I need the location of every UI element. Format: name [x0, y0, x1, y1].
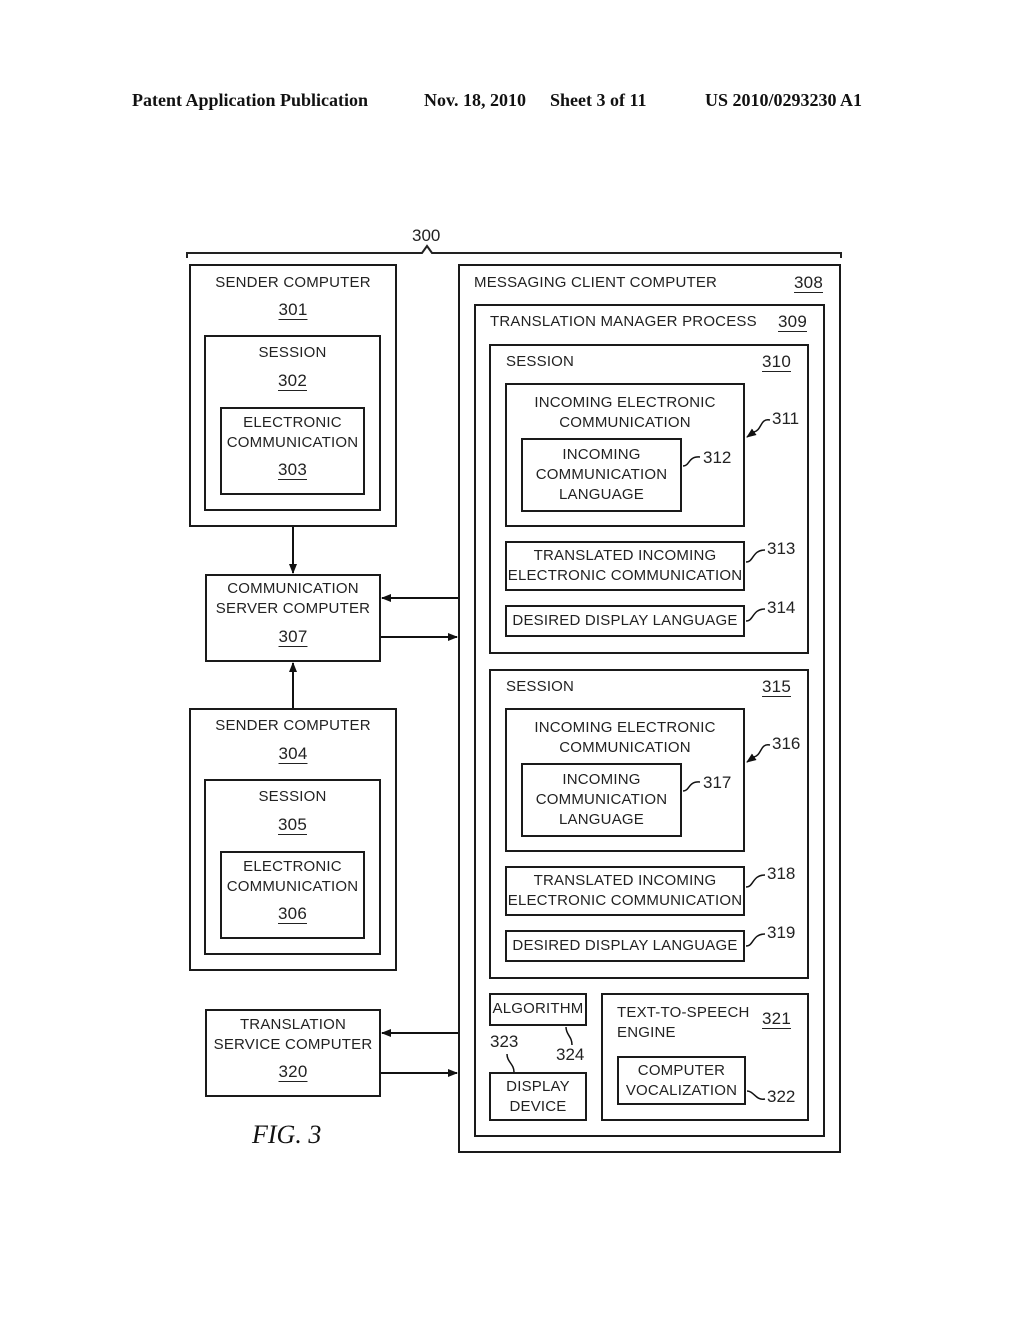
session-ref: 302 — [278, 371, 307, 390]
ref-316: 316 — [772, 734, 801, 753]
algorithm-label: ALGORITHM — [492, 1000, 584, 1017]
sender-computer-title: SENDER COMPUTER — [215, 274, 371, 291]
vocal-line2: VOCALIZATION — [625, 1082, 738, 1099]
manager-title: TRANSLATION MANAGER PROCESS — [490, 313, 757, 330]
incoming-line1: INCOMING ELECTRONIC — [534, 719, 716, 736]
translation-service-ref: 320 — [278, 1062, 308, 1081]
sheet-number: Sheet 3 of 11 — [550, 90, 647, 110]
incoming-line2: COMMUNICATION — [559, 414, 691, 431]
tts-line1: TEXT-TO-SPEECH — [617, 1004, 750, 1021]
ref-313: 313 — [767, 539, 796, 558]
session-title: SESSION — [506, 678, 575, 695]
language-line2: COMMUNICATION — [535, 466, 668, 483]
language-line1: INCOMING — [562, 446, 641, 463]
desired-display-language-319: DESIRED DISPLAY LANGUAGE — [505, 930, 745, 962]
computer-vocalization-322: COMPUTER VOCALIZATION — [617, 1056, 746, 1105]
ref-314: 314 — [767, 598, 796, 617]
client-title: MESSAGING CLIENT COMPUTER — [474, 274, 718, 291]
language-line2: COMMUNICATION — [535, 791, 668, 808]
publication-label: Patent Application Publication — [132, 90, 369, 110]
comm-line2: COMMUNICATION — [226, 434, 359, 451]
server-ref: 307 — [278, 627, 308, 646]
comm-line2: COMMUNICATION — [226, 878, 359, 895]
server-line2: SERVER COMPUTER — [215, 600, 371, 617]
algorithm-324: ALGORITHM — [489, 993, 587, 1026]
tts-ref: 321 — [762, 1009, 791, 1028]
electronic-communication-303: ELECTRONIC COMMUNICATION 303 — [220, 407, 365, 495]
language-line3: LANGUAGE — [559, 811, 644, 828]
algorithm-ref: 324 — [556, 1045, 585, 1064]
translated-incoming-communication-318: TRANSLATED INCOMING ELECTRONIC COMMUNICA… — [505, 866, 745, 916]
translation-service-line2: SERVICE COMPUTER — [213, 1036, 373, 1053]
patent-number: US 2010/0293230 A1 — [705, 90, 863, 110]
desired-label: DESIRED DISPLAY LANGUAGE — [512, 612, 738, 629]
sender-computer-ref: 304 — [278, 744, 308, 763]
session-ref: 315 — [762, 677, 791, 696]
ref-311: 311 — [772, 409, 800, 428]
system-ref: 300 — [412, 226, 441, 245]
comm-ref: 306 — [278, 904, 307, 923]
sender-computer-ref: 301 — [278, 300, 308, 319]
language-line3: LANGUAGE — [559, 486, 644, 503]
translated-line2: ELECTRONIC COMMUNICATION — [507, 892, 743, 909]
incoming-line2: COMMUNICATION — [559, 739, 691, 756]
system-brace — [186, 244, 842, 258]
server-line1: COMMUNICATION — [227, 580, 359, 597]
ref-319: 319 — [767, 923, 796, 942]
translation-service-line1: TRANSLATION — [239, 1016, 347, 1033]
session-title: SESSION — [258, 344, 327, 361]
translated-line1: TRANSLATED INCOMING — [533, 547, 717, 564]
session-ref: 305 — [278, 815, 307, 834]
session-ref: 310 — [762, 352, 791, 371]
comm-line1: ELECTRONIC — [243, 414, 342, 431]
ref-317: 317 — [703, 773, 732, 792]
sender-computer-title: SENDER COMPUTER — [215, 717, 371, 734]
publication-date: Nov. 18, 2010 — [424, 90, 527, 110]
communication-server-307: COMMUNICATION SERVER COMPUTER 307 — [205, 574, 381, 662]
client-ref: 308 — [794, 273, 823, 292]
language-line1: INCOMING — [562, 771, 641, 788]
electronic-communication-306: ELECTRONIC COMMUNICATION 306 — [220, 851, 365, 939]
display-line2: DEVICE — [509, 1098, 567, 1115]
manager-ref: 309 — [778, 312, 807, 331]
translated-line1: TRANSLATED INCOMING — [533, 872, 717, 889]
ref-322: 322 — [767, 1087, 796, 1106]
display-device-323: DISPLAY DEVICE — [489, 1072, 587, 1121]
incoming-communication-language-317: INCOMING COMMUNICATION LANGUAGE — [521, 763, 682, 837]
comm-ref: 303 — [278, 460, 307, 479]
display-line1: DISPLAY — [506, 1078, 570, 1095]
incoming-line1: INCOMING ELECTRONIC — [534, 394, 716, 411]
translated-incoming-communication-313: TRANSLATED INCOMING ELECTRONIC COMMUNICA… — [505, 541, 745, 591]
ref-312: 312 — [703, 448, 732, 467]
tts-line2: ENGINE — [617, 1024, 676, 1041]
figure-label: FIG. 3 — [252, 1120, 322, 1149]
session-title: SESSION — [506, 353, 575, 370]
desired-label: DESIRED DISPLAY LANGUAGE — [512, 937, 738, 954]
translated-line2: ELECTRONIC COMMUNICATION — [507, 567, 743, 584]
incoming-communication-language-312: INCOMING COMMUNICATION LANGUAGE — [521, 438, 682, 512]
translation-service-computer-320: TRANSLATION SERVICE COMPUTER 320 — [205, 1009, 381, 1097]
vocal-line1: COMPUTER — [637, 1062, 726, 1079]
comm-line1: ELECTRONIC — [243, 858, 342, 875]
display-device-ref: 323 — [490, 1032, 519, 1051]
session-title: SESSION — [258, 788, 327, 805]
desired-display-language-314: DESIRED DISPLAY LANGUAGE — [505, 605, 745, 637]
ref-318: 318 — [767, 864, 796, 883]
